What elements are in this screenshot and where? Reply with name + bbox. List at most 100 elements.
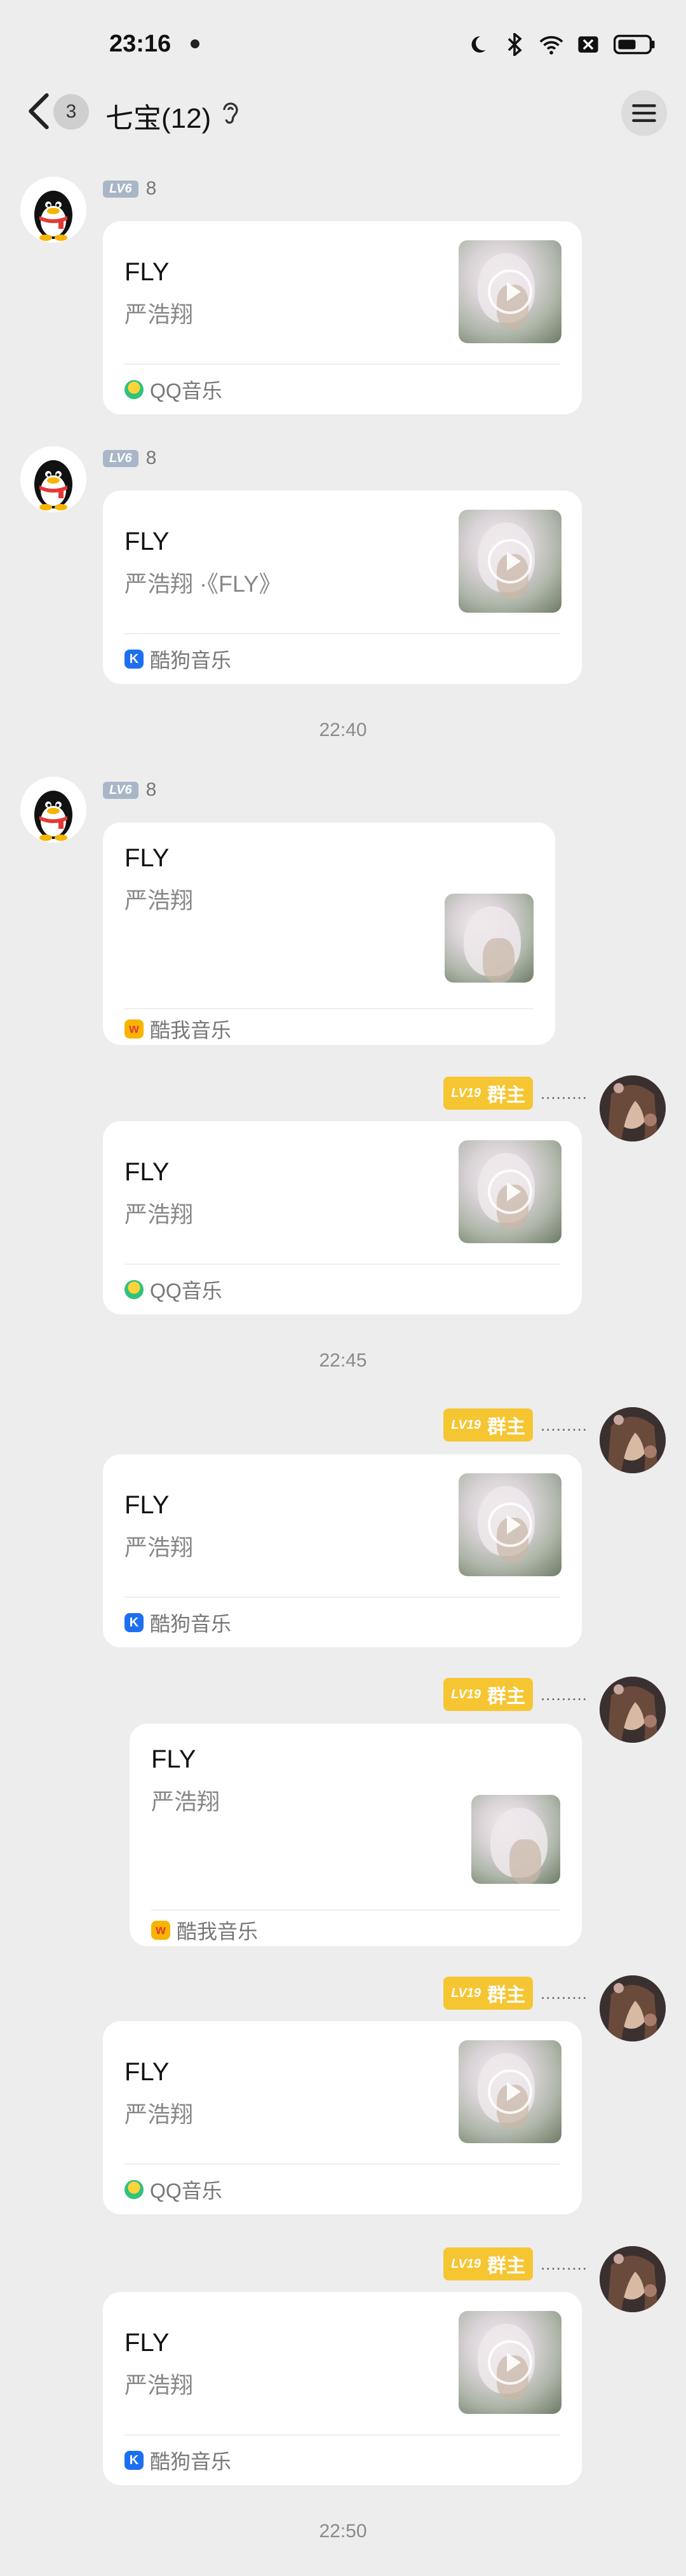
source-label: 酷狗音乐 bbox=[150, 649, 232, 672]
play-icon bbox=[488, 269, 532, 314]
owner-badge: LV19 群主 bbox=[443, 1977, 533, 2010]
avatar[interactable] bbox=[600, 1677, 666, 1743]
chat-title[interactable]: 七宝(12) bbox=[105, 95, 211, 136]
album-cover[interactable] bbox=[459, 1140, 562, 1243]
music-card[interactable]: FLY 严浩翔 K 酷狗音乐 bbox=[103, 2292, 582, 2485]
album-cover[interactable] bbox=[471, 1795, 560, 1884]
hamburger-icon bbox=[632, 104, 656, 122]
level-label: LV19 bbox=[451, 1086, 481, 1100]
level-label: LV19 bbox=[451, 1687, 481, 1701]
sender-name[interactable]: 8 bbox=[146, 447, 157, 469]
album-cover[interactable] bbox=[459, 2040, 562, 2143]
moon-icon bbox=[465, 32, 490, 57]
song-artist: 严浩翔 bbox=[124, 2372, 194, 2398]
level-badge: LV6 bbox=[103, 180, 138, 198]
sender-name[interactable]: 8 bbox=[146, 178, 157, 200]
album-cover[interactable] bbox=[459, 240, 562, 343]
source-label: 酷狗音乐 bbox=[150, 2450, 232, 2473]
sender-name[interactable]: ......... bbox=[541, 2254, 588, 2274]
timestamp: 22:50 bbox=[319, 2521, 367, 2542]
qq-music-icon bbox=[124, 2180, 144, 2199]
sender-info: LV19 群主 ......... bbox=[443, 1077, 588, 1110]
music-card[interactable]: FLY 严浩翔 QQ音乐 bbox=[103, 221, 582, 414]
role-label: 群主 bbox=[487, 1417, 525, 1438]
level-badge: LV6 bbox=[103, 781, 138, 799]
music-card[interactable]: FLY 严浩翔 w 酷我音乐 bbox=[130, 1724, 582, 1946]
level-label: LV19 bbox=[451, 2256, 481, 2271]
music-card[interactable]: FLY 严浩翔 ·《FLY》 K 酷狗音乐 bbox=[103, 491, 582, 684]
bluetooth-icon bbox=[502, 32, 527, 57]
music-card[interactable]: FLY 严浩翔 QQ音乐 bbox=[103, 2021, 582, 2214]
music-source: K 酷狗音乐 bbox=[124, 644, 231, 674]
song-artist: 严浩翔 ·《FLY》 bbox=[124, 571, 282, 597]
timestamp: 22:40 bbox=[319, 719, 367, 740]
avatar[interactable] bbox=[600, 1075, 666, 1141]
status-icons bbox=[465, 32, 657, 57]
song-title: FLY bbox=[124, 258, 170, 286]
divider bbox=[124, 1008, 534, 1009]
song-artist: 严浩翔 bbox=[124, 1201, 194, 1227]
sender-info: LV6 8 bbox=[103, 447, 156, 469]
album-cover[interactable] bbox=[459, 510, 562, 613]
play-icon bbox=[488, 1169, 532, 1214]
song-title: FLY bbox=[124, 2058, 170, 2086]
song-title: FLY bbox=[124, 2329, 170, 2357]
status-time: 23:16 bbox=[109, 31, 172, 57]
role-label: 群主 bbox=[487, 1686, 525, 1707]
album-cover[interactable] bbox=[445, 894, 534, 983]
sender-info: LV19 群主 ......... bbox=[443, 2247, 588, 2280]
divider bbox=[124, 1597, 560, 1598]
song-title: FLY bbox=[124, 1158, 170, 1186]
album-cover[interactable] bbox=[459, 2311, 562, 2414]
source-label: QQ音乐 bbox=[150, 1279, 222, 1302]
sender-name[interactable]: ......... bbox=[541, 1084, 588, 1103]
avatar[interactable] bbox=[20, 177, 86, 243]
avatar[interactable] bbox=[600, 1975, 666, 2041]
kugou-music-icon: K bbox=[124, 650, 144, 669]
avatar[interactable] bbox=[20, 777, 86, 843]
album-cover[interactable] bbox=[459, 1473, 562, 1576]
source-label: QQ音乐 bbox=[150, 379, 222, 402]
sender-name[interactable]: ......... bbox=[541, 1415, 588, 1435]
song-title: FLY bbox=[124, 528, 170, 555]
owner-badge: LV19 群主 bbox=[443, 1077, 533, 1110]
song-artist: 严浩翔 bbox=[124, 2101, 194, 2127]
song-title: FLY bbox=[124, 844, 170, 872]
divider bbox=[124, 364, 560, 365]
music-source: w 酷我音乐 bbox=[124, 1014, 231, 1044]
sender-name[interactable]: ......... bbox=[541, 1685, 588, 1705]
kugou-music-icon: K bbox=[124, 2451, 144, 2470]
sender-info: LV6 8 bbox=[103, 779, 156, 801]
source-label: 酷我音乐 bbox=[150, 1019, 232, 1042]
avatar[interactable] bbox=[600, 2246, 666, 2312]
music-card[interactable]: FLY 严浩翔 QQ音乐 bbox=[103, 1121, 582, 1314]
menu-button[interactable] bbox=[621, 90, 667, 136]
music-card[interactable]: FLY 严浩翔 K 酷狗音乐 bbox=[103, 1454, 582, 1647]
chevron-left-icon bbox=[29, 93, 49, 130]
battery-icon bbox=[612, 32, 657, 57]
music-card[interactable]: FLY 严浩翔 w 酷我音乐 bbox=[103, 822, 555, 1045]
play-icon bbox=[488, 2340, 532, 2385]
wifi-icon bbox=[539, 32, 564, 57]
ear-icon[interactable] bbox=[220, 100, 241, 126]
avatar[interactable] bbox=[20, 446, 86, 512]
back-button[interactable] bbox=[24, 92, 57, 131]
qq-music-icon bbox=[124, 380, 144, 399]
role-label: 群主 bbox=[487, 1085, 525, 1106]
kuwo-music-icon: w bbox=[124, 1019, 144, 1039]
timestamp: 22:45 bbox=[319, 1350, 367, 1371]
level-label: LV19 bbox=[451, 1986, 481, 2000]
sender-name[interactable]: ......... bbox=[541, 1984, 588, 2003]
notification-icon bbox=[191, 39, 199, 48]
song-artist: 严浩翔 bbox=[124, 887, 194, 913]
sender-name[interactable]: 8 bbox=[146, 779, 157, 801]
song-title: FLY bbox=[124, 1491, 170, 1519]
music-source: QQ音乐 bbox=[124, 375, 222, 404]
status-bar: 23:16 bbox=[0, 0, 686, 92]
song-artist: 严浩翔 bbox=[124, 1534, 194, 1560]
sim-off-icon bbox=[575, 32, 601, 57]
divider bbox=[151, 1909, 560, 1911]
music-source: K 酷狗音乐 bbox=[124, 1608, 231, 1637]
music-source: QQ音乐 bbox=[124, 1275, 222, 1304]
avatar[interactable] bbox=[600, 1407, 666, 1473]
